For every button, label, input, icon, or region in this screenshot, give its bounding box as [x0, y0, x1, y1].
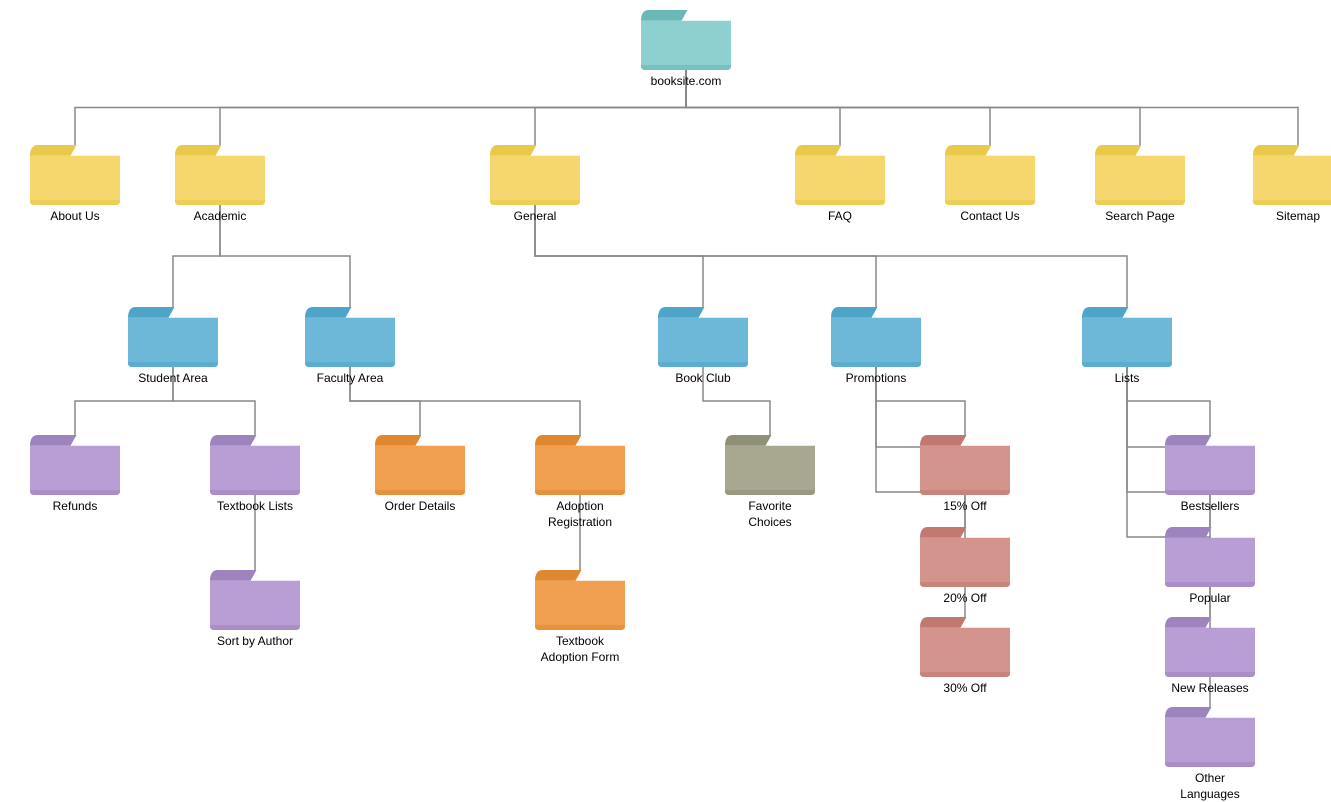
node-refunds[interactable]: Refunds: [30, 435, 120, 515]
node-label-student: Student Area: [138, 371, 207, 387]
folder-icon-student: [128, 307, 218, 367]
folder-icon-refunds: [30, 435, 120, 495]
folder-icon-promotions: [831, 307, 921, 367]
node-search[interactable]: Search Page: [1095, 145, 1185, 225]
node-root[interactable]: booksite.com: [641, 10, 731, 90]
node-off20[interactable]: 20% Off: [920, 527, 1010, 607]
node-promotions[interactable]: Promotions: [831, 307, 921, 387]
node-orderdetails[interactable]: Order Details: [375, 435, 465, 515]
edge-root-about: [75, 70, 686, 145]
node-academic[interactable]: Academic: [175, 145, 265, 225]
node-label-faculty: Faculty Area: [317, 371, 384, 387]
folder-icon-off30: [920, 617, 1010, 677]
node-label-promotions: Promotions: [846, 371, 907, 387]
node-sitemap[interactable]: Sitemap: [1253, 145, 1331, 225]
folder-icon-about: [30, 145, 120, 205]
node-lists[interactable]: Lists: [1082, 307, 1172, 387]
node-about[interactable]: About Us: [30, 145, 120, 225]
folder-icon-search: [1095, 145, 1185, 205]
folder-icon-faculty: [305, 307, 395, 367]
edge-root-search: [686, 70, 1140, 145]
node-newreleases[interactable]: New Releases: [1165, 617, 1255, 697]
node-label-sortbyauthor: Sort by Author: [217, 634, 293, 650]
node-label-search: Search Page: [1105, 209, 1174, 225]
node-adoption[interactable]: Adoption Registration: [535, 435, 625, 530]
node-label-adoption: Adoption Registration: [535, 499, 625, 530]
folder-icon-root: [641, 10, 731, 70]
folder-icon-textbookform: [535, 570, 625, 630]
node-faculty[interactable]: Faculty Area: [305, 307, 395, 387]
node-label-newreleases: New Releases: [1171, 681, 1248, 697]
node-label-faq: FAQ: [828, 209, 852, 225]
folder-icon-contact: [945, 145, 1035, 205]
node-label-academic: Academic: [194, 209, 247, 225]
folder-icon-general: [490, 145, 580, 205]
node-label-general: General: [514, 209, 557, 225]
node-contact[interactable]: Contact Us: [945, 145, 1035, 225]
node-favoritechoices[interactable]: Favorite Choices: [725, 435, 815, 530]
node-off30[interactable]: 30% Off: [920, 617, 1010, 697]
node-label-popular: Popular: [1189, 591, 1230, 607]
sitemap-canvas: booksite.com About Us Academic General F…: [0, 0, 1331, 794]
folder-icon-bestsellers: [1165, 435, 1255, 495]
folder-icon-off15: [920, 435, 1010, 495]
folder-icon-otherlanguages: [1165, 707, 1255, 767]
node-student[interactable]: Student Area: [128, 307, 218, 387]
node-textbookform[interactable]: Textbook Adoption Form: [535, 570, 625, 665]
node-off15[interactable]: 15% Off: [920, 435, 1010, 515]
node-label-textbookform: Textbook Adoption Form: [535, 634, 625, 665]
node-label-off20: 20% Off: [943, 591, 986, 607]
node-label-refunds: Refunds: [53, 499, 98, 515]
folder-icon-popular: [1165, 527, 1255, 587]
folder-icon-sitemap: [1253, 145, 1331, 205]
node-label-favoritechoices: Favorite Choices: [725, 499, 815, 530]
node-general[interactable]: General: [490, 145, 580, 225]
connector-lines: [0, 0, 1331, 794]
node-label-lists: Lists: [1115, 371, 1140, 387]
edge-root-academic: [220, 70, 686, 145]
folder-icon-adoption: [535, 435, 625, 495]
node-popular[interactable]: Popular: [1165, 527, 1255, 607]
node-otherlanguages[interactable]: Other Languages: [1165, 707, 1255, 802]
node-label-sitemap: Sitemap: [1276, 209, 1320, 225]
node-bestsellers[interactable]: Bestsellers: [1165, 435, 1255, 515]
edge-root-sitemap: [686, 70, 1298, 145]
node-label-textbooklists: Textbook Lists: [217, 499, 293, 515]
node-faq[interactable]: FAQ: [795, 145, 885, 225]
folder-icon-bookclub: [658, 307, 748, 367]
folder-icon-academic: [175, 145, 265, 205]
node-label-about: About Us: [50, 209, 99, 225]
node-label-contact: Contact Us: [960, 209, 1019, 225]
folder-icon-lists: [1082, 307, 1172, 367]
folder-icon-off20: [920, 527, 1010, 587]
folder-icon-orderdetails: [375, 435, 465, 495]
folder-icon-sortbyauthor: [210, 570, 300, 630]
node-label-root: booksite.com: [651, 74, 722, 90]
node-label-off15: 15% Off: [943, 499, 986, 515]
edge-root-contact: [686, 70, 990, 145]
node-textbooklists[interactable]: Textbook Lists: [210, 435, 300, 515]
node-sortbyauthor[interactable]: Sort by Author: [210, 570, 300, 650]
folder-icon-favoritechoices: [725, 435, 815, 495]
node-label-orderdetails: Order Details: [385, 499, 456, 515]
folder-icon-faq: [795, 145, 885, 205]
node-label-bestsellers: Bestsellers: [1181, 499, 1240, 515]
node-label-off30: 30% Off: [943, 681, 986, 697]
node-label-otherlanguages: Other Languages: [1165, 771, 1255, 802]
node-label-bookclub: Book Club: [675, 371, 730, 387]
folder-icon-newreleases: [1165, 617, 1255, 677]
folder-icon-textbooklists: [210, 435, 300, 495]
node-bookclub[interactable]: Book Club: [658, 307, 748, 387]
